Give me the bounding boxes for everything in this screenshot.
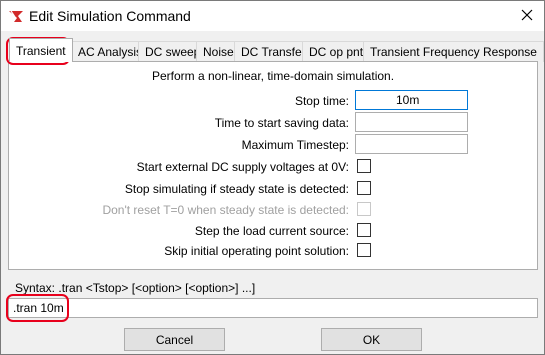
stop-time-label: Stop time: <box>294 94 349 108</box>
skip-op-label: Skip initial operating point solution: <box>164 244 349 258</box>
ltspice-icon <box>8 8 24 24</box>
title-bar: Edit Simulation Command <box>1 1 544 31</box>
syntax-label: Syntax: .tran <Tstop> [<option> [<option… <box>15 281 256 295</box>
skip-op-checkbox[interactable] <box>357 243 371 257</box>
start-saving-input[interactable] <box>355 112 468 132</box>
close-button[interactable] <box>510 1 544 31</box>
step-load-label: Step the load current source: <box>194 224 349 238</box>
tab-transient-frequency-response[interactable]: Transient Frequency Response <box>363 41 544 62</box>
cancel-button[interactable]: Cancel <box>124 328 225 351</box>
stop-time-input[interactable]: 10m <box>355 90 468 110</box>
transient-panel: Perform a non-linear, time-domain simula… <box>8 61 538 270</box>
max-timestep-label: Maximum Timestep: <box>241 138 349 152</box>
tab-transient[interactable]: Transient <box>9 38 73 62</box>
window-title: Edit Simulation Command <box>29 8 191 24</box>
stop-steady-checkbox[interactable] <box>357 181 371 195</box>
close-icon <box>521 9 533 24</box>
dont-reset-checkbox <box>357 202 371 216</box>
stop-time-value: 10m <box>396 93 420 107</box>
panel-description: Perform a non-linear, time-domain simula… <box>151 69 395 83</box>
start-dc-zero-checkbox[interactable] <box>357 159 371 173</box>
step-load-checkbox[interactable] <box>357 223 371 237</box>
start-saving-label: Time to start saving data: <box>214 116 349 130</box>
analysis-tabs: Transient AC Analysis DC sweep Noise DC … <box>8 38 544 62</box>
start-dc-zero-label: Start external DC supply voltages at 0V: <box>136 160 349 174</box>
dont-reset-label: Don't reset T=0 when steady state is det… <box>102 203 349 217</box>
tab-dc-transfer[interactable]: DC Transfer <box>234 41 313 62</box>
ok-button[interactable]: OK <box>321 328 422 351</box>
command-input[interactable]: .tran 10m <box>8 298 538 318</box>
max-timestep-input[interactable] <box>355 134 468 154</box>
tab-dc-op-pnt[interactable]: DC op pnt <box>302 41 371 62</box>
edit-simulation-dialog: Edit Simulation Command Transient AC Ana… <box>0 0 545 355</box>
stop-steady-label: Stop simulating if steady state is detec… <box>124 182 349 196</box>
